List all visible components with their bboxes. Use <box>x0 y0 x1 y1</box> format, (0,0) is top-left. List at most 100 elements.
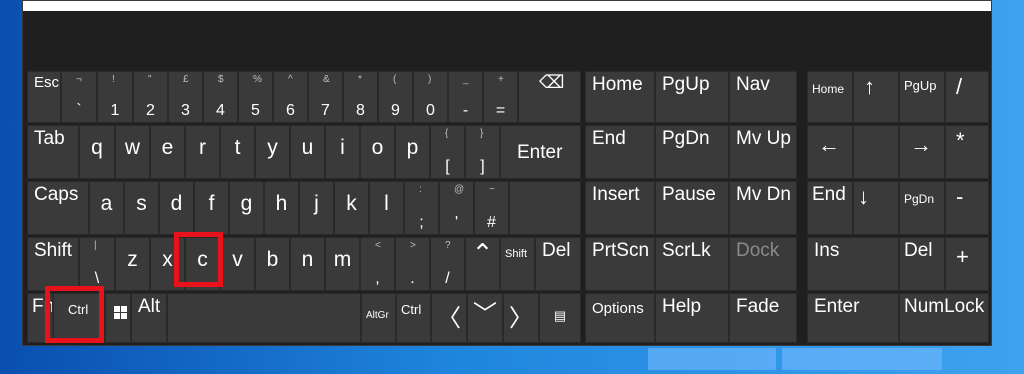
key-t[interactable]: t <box>220 125 255 179</box>
key-caps[interactable]: Caps <box>27 181 89 235</box>
key-0[interactable]: ) 0 <box>413 71 448 123</box>
key-pgup[interactable]: PgUp <box>655 71 729 123</box>
key-q[interactable]: q <box>79 125 115 179</box>
key-options[interactable]: Options <box>585 293 655 343</box>
key-ctrl-right[interactable]: Ctrl <box>396 293 431 343</box>
key-tab[interactable]: Tab <box>27 125 79 179</box>
key-shift-right[interactable]: Shift <box>500 237 535 291</box>
key-5[interactable]: % 5 <box>238 71 273 123</box>
key-home[interactable]: Home <box>585 71 655 123</box>
key-numpad-end[interactable]: End <box>807 181 853 235</box>
key-altgr[interactable]: AltGr <box>361 293 396 343</box>
key-symbol: ] <box>480 158 485 175</box>
key-z[interactable]: z <box>115 237 150 291</box>
key-shift-symbol: ~ <box>489 184 495 195</box>
key-end[interactable]: End <box>585 125 655 179</box>
key-quote[interactable]: @ ' <box>439 181 474 235</box>
key-windows[interactable] <box>105 293 131 343</box>
key-9[interactable]: ( 9 <box>378 71 413 123</box>
key-s[interactable]: s <box>124 181 159 235</box>
key-r[interactable]: r <box>185 125 220 179</box>
key-h[interactable]: h <box>264 181 299 235</box>
key-numpad-down[interactable]: ↓ <box>853 181 899 235</box>
key-scrlk[interactable]: ScrLk <box>655 237 729 291</box>
key-v[interactable]: v <box>220 237 255 291</box>
key-mv-dn[interactable]: Mv Dn <box>729 181 797 235</box>
key-numpad-home[interactable]: Home <box>807 71 853 123</box>
key-numpad-up[interactable]: ↑ <box>853 71 899 123</box>
key-4[interactable]: $ 4 <box>203 71 238 123</box>
key-minus[interactable]: _ - <box>448 71 483 123</box>
key-numpad-pgup[interactable]: PgUp <box>899 71 945 123</box>
key-semicolon[interactable]: : ; <box>404 181 439 235</box>
key-dock[interactable]: Dock <box>729 237 797 291</box>
key-context-menu[interactable]: ▤ <box>539 293 581 343</box>
key-2[interactable]: " 2 <box>133 71 168 123</box>
key-7[interactable]: & 7 <box>308 71 343 123</box>
key-w[interactable]: w <box>115 125 150 179</box>
key-shift-left[interactable]: Shift <box>27 237 79 291</box>
key-nav[interactable]: Nav <box>729 71 797 123</box>
key-numpad-del[interactable]: Del <box>899 237 945 291</box>
key-3[interactable]: £ 3 <box>168 71 203 123</box>
key-backspace[interactable]: ⌫ <box>518 71 581 123</box>
key-enter[interactable]: Enter <box>500 125 581 179</box>
key-left-arrow[interactable]: 〈 <box>431 293 467 343</box>
key-pause[interactable]: Pause <box>655 181 729 235</box>
key-8[interactable]: * 8 <box>343 71 378 123</box>
key-down-arrow[interactable]: ﹀ <box>467 293 503 343</box>
key-letter: o <box>371 136 384 159</box>
key-numpad-left[interactable]: ← <box>807 125 853 179</box>
key-help[interactable]: Help <box>655 293 729 343</box>
key-numpad-minus[interactable]: - <box>945 181 989 235</box>
key-period[interactable]: > . <box>395 237 430 291</box>
key-l[interactable]: l <box>369 181 404 235</box>
key-numpad-right[interactable]: → <box>899 125 945 179</box>
key-y[interactable]: y <box>255 125 290 179</box>
key-i[interactable]: i <box>325 125 360 179</box>
key-space[interactable] <box>167 293 361 343</box>
key-numpad-5[interactable] <box>853 125 899 179</box>
key-hash[interactable]: ~ # <box>474 181 509 235</box>
key-prtscn[interactable]: PrtScn <box>585 237 655 291</box>
key-o[interactable]: o <box>360 125 395 179</box>
key-slash[interactable]: ? / <box>430 237 465 291</box>
key-up-arrow[interactable]: ⌃ <box>465 237 500 291</box>
key-right-bracket[interactable]: } ] <box>465 125 500 179</box>
key-numpad-ins[interactable]: Ins <box>807 237 899 291</box>
key-right-arrow[interactable]: 〉 <box>503 293 539 343</box>
key-numpad-divide[interactable]: / <box>945 71 989 123</box>
key-f[interactable]: f <box>194 181 229 235</box>
key-numpad-plus[interactable]: + <box>945 237 989 291</box>
key-backtick[interactable]: ¬ ` <box>61 71 97 123</box>
key-d[interactable]: d <box>159 181 194 235</box>
key-u[interactable]: u <box>290 125 325 179</box>
key-left-bracket[interactable]: { [ <box>430 125 465 179</box>
key-fade[interactable]: Fade <box>729 293 797 343</box>
key-esc[interactable]: Esc ¬ ` <box>27 71 61 123</box>
key-g[interactable]: g <box>229 181 264 235</box>
key-6[interactable]: ^ 6 <box>273 71 308 123</box>
key-p[interactable]: p <box>395 125 430 179</box>
key-m[interactable]: m <box>325 237 360 291</box>
key-1[interactable]: ! 1 <box>97 71 133 123</box>
key-backslash[interactable]: | \ <box>79 237 115 291</box>
key-n[interactable]: n <box>290 237 325 291</box>
key-k[interactable]: k <box>334 181 369 235</box>
key-enter-lower[interactable] <box>509 181 581 235</box>
key-j[interactable]: j <box>299 181 334 235</box>
key-alt[interactable]: Alt <box>131 293 167 343</box>
key-equals[interactable]: + = <box>483 71 518 123</box>
key-del[interactable]: Del <box>535 237 581 291</box>
key-numpad-multiply[interactable]: * <box>945 125 989 179</box>
key-numpad-pgdn[interactable]: PgDn <box>899 181 945 235</box>
key-a[interactable]: a <box>89 181 124 235</box>
key-mv-up[interactable]: Mv Up <box>729 125 797 179</box>
key-b[interactable]: b <box>255 237 290 291</box>
key-pgdn[interactable]: PgDn <box>655 125 729 179</box>
key-e[interactable]: e <box>150 125 185 179</box>
key-comma[interactable]: < , <box>360 237 395 291</box>
key-numlock[interactable]: NumLock <box>899 293 989 343</box>
key-numpad-enter[interactable]: Enter <box>807 293 899 343</box>
key-insert[interactable]: Insert <box>585 181 655 235</box>
